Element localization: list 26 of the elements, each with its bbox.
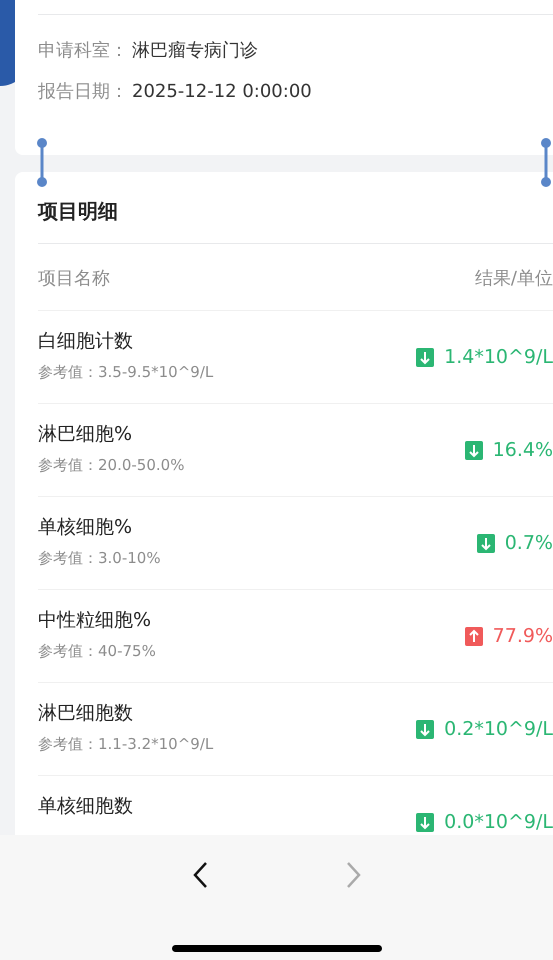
item-name: 白细胞计数: [38, 329, 134, 354]
item-name: 单核细胞%: [38, 515, 134, 540]
field-value: 2025-12-12 0:00:00: [132, 80, 312, 103]
selection-handle[interactable]: [541, 138, 551, 188]
item-name: 淋巴细胞%: [38, 422, 134, 447]
item-name: 淋巴细胞数: [38, 701, 134, 726]
item-name: 单核细胞数: [38, 794, 133, 819]
result-value: 16.4%: [492, 439, 553, 461]
section-title: 项目明细: [38, 198, 118, 225]
result-value: 0.7%: [504, 532, 553, 554]
reference-range: 参考值：40-75%: [38, 642, 156, 661]
item-name: 中性粒细胞%: [38, 608, 152, 633]
reference-range: 参考值：1.1-3.2*10^9/L: [38, 735, 214, 754]
column-header: 项目名称: [38, 267, 110, 290]
selection-handle[interactable]: [37, 138, 47, 188]
result-value: 0.0*10^9/L: [444, 811, 553, 833]
field-label: 报告日期：: [38, 80, 128, 103]
column-header: 结果/单位: [474, 267, 553, 290]
field-value: 淋巴瘤专病门诊: [132, 39, 258, 62]
result-value: 1.4*10^9/L: [444, 346, 553, 368]
reference-range: 参考值：3.0-10%: [38, 549, 161, 568]
result-value: 77.9%: [492, 625, 553, 647]
reference-range: 参考值：20.0-50.0%: [38, 456, 184, 475]
reference-range: 参考值：3.5-9.5*10^9/L: [38, 363, 214, 382]
result-value: 0.2*10^9/L: [444, 718, 553, 740]
field-label: 申请科室：: [38, 39, 128, 62]
